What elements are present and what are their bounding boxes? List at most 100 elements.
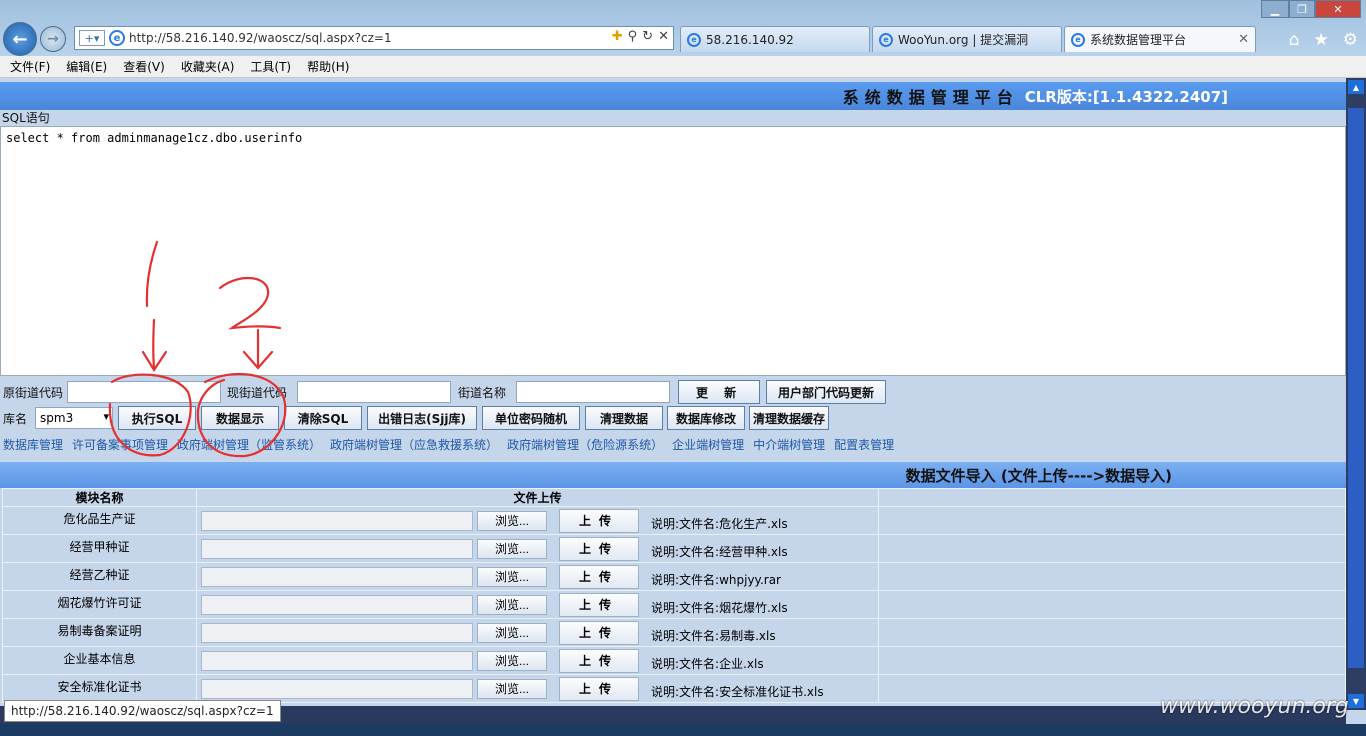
tab-wooyun[interactable]: e WooYun.org | 提交漏洞 bbox=[872, 26, 1062, 52]
col-file-upload: 文件上传 bbox=[196, 488, 879, 507]
module-name: 经营甲种证 bbox=[2, 534, 197, 563]
close-window-button[interactable]: ✕ bbox=[1315, 0, 1361, 18]
arrow-right-icon: → bbox=[47, 31, 59, 47]
browse-button[interactable]: 浏览... bbox=[477, 678, 547, 699]
upload-button[interactable]: 上传 bbox=[559, 564, 639, 589]
file-path-input[interactable] bbox=[201, 650, 473, 671]
actions-row: 库名 spm3 执行SQL 数据显示 清除SQL 出错日志(Sjj库) 单位密码… bbox=[0, 404, 830, 432]
menu-tools[interactable]: 工具(T) bbox=[250, 58, 291, 75]
favorites-star-icon[interactable]: ★ bbox=[1314, 30, 1329, 50]
error-log-button[interactable]: 出错日志(Sjj库) bbox=[367, 406, 478, 430]
random-password-button[interactable]: 单位密码随机 bbox=[482, 406, 581, 430]
upload-button[interactable]: 上传 bbox=[559, 676, 639, 701]
forward-button[interactable]: → bbox=[40, 26, 66, 52]
empty-cell bbox=[878, 562, 1346, 591]
new-street-code-input[interactable] bbox=[297, 381, 452, 403]
stop-icon[interactable]: ✕ bbox=[658, 29, 669, 44]
file-path-input[interactable] bbox=[201, 678, 473, 699]
upload-button[interactable]: 上传 bbox=[559, 508, 639, 533]
compat-icon[interactable]: ✚ bbox=[612, 29, 623, 44]
file-path-input[interactable] bbox=[201, 538, 473, 559]
clear-sql-button[interactable]: 清除SQL bbox=[284, 406, 363, 430]
link-gov-tree-supervision[interactable]: 政府端树管理（监管系统） bbox=[177, 436, 321, 453]
new-street-code-label: 现街道代码 bbox=[227, 385, 288, 400]
minimize-button[interactable]: ▁ bbox=[1261, 0, 1289, 18]
scroll-thumb[interactable] bbox=[1348, 108, 1364, 668]
upload-cell: 浏览... 上传 说明:文件名:安全标准化证书.xls bbox=[196, 674, 879, 703]
close-icon: ✕ bbox=[1333, 2, 1343, 16]
street-name-input[interactable] bbox=[516, 381, 671, 403]
menu-edit[interactable]: 编辑(E) bbox=[66, 58, 107, 75]
minimize-icon: ▁ bbox=[1270, 2, 1280, 16]
exec-sql-button[interactable]: 执行SQL bbox=[118, 406, 197, 430]
tab-ip[interactable]: e 58.216.140.92 bbox=[680, 26, 870, 52]
scroll-down-icon[interactable]: ▼ bbox=[1348, 694, 1364, 708]
clean-cache-button[interactable]: 清理数据缓存 bbox=[749, 406, 830, 430]
home-icon[interactable]: ⌂ bbox=[1289, 30, 1300, 50]
table-row: 企业基本信息 浏览... 上传 说明:文件名:企业.xls bbox=[2, 646, 1346, 675]
address-text[interactable]: http://58.216.140.92/waoscz/sql.aspx?cz=… bbox=[129, 31, 392, 45]
browse-button[interactable]: 浏览... bbox=[477, 650, 547, 671]
empty-cell bbox=[878, 618, 1346, 647]
file-note: 说明:文件名:安全标准化证书.xls bbox=[651, 685, 824, 699]
new-tab-dropdown-icon[interactable]: +▾ bbox=[79, 30, 105, 46]
refresh-icon[interactable]: ↻ bbox=[642, 29, 653, 44]
upload-button[interactable]: 上传 bbox=[559, 648, 639, 673]
vertical-scrollbar[interactable]: ▲ ▼ bbox=[1346, 78, 1366, 710]
browse-button[interactable]: 浏览... bbox=[477, 622, 547, 643]
browse-button[interactable]: 浏览... bbox=[477, 538, 547, 559]
ie-tab-icon: e bbox=[879, 32, 893, 47]
scroll-up-icon[interactable]: ▲ bbox=[1348, 80, 1364, 94]
old-street-code-input[interactable] bbox=[67, 381, 222, 403]
file-note: 说明:文件名:烟花爆竹.xls bbox=[651, 601, 788, 615]
tab-active[interactable]: e 系统数据管理平台 ✕ bbox=[1064, 26, 1256, 52]
menu-file[interactable]: 文件(F) bbox=[10, 58, 50, 75]
module-name: 经营乙种证 bbox=[2, 562, 197, 591]
db-name-label: 库名 bbox=[3, 411, 28, 426]
tab-label: WooYun.org | 提交漏洞 bbox=[898, 33, 1029, 47]
taskbar bbox=[0, 724, 1366, 736]
file-note: 说明:文件名:经营甲种.xls bbox=[651, 545, 788, 559]
link-enterprise-tree[interactable]: 企业端树管理 bbox=[672, 436, 744, 453]
menu-favorites[interactable]: 收藏夹(A) bbox=[181, 58, 235, 75]
browse-button[interactable]: 浏览... bbox=[477, 510, 547, 531]
update-button[interactable]: 更 新 bbox=[678, 380, 761, 404]
db-modify-button[interactable]: 数据库修改 bbox=[667, 406, 746, 430]
link-permit-manage[interactable]: 许可备案事项管理 bbox=[72, 436, 168, 453]
back-button[interactable]: ← bbox=[3, 22, 37, 56]
link-config-table[interactable]: 配置表管理 bbox=[834, 436, 894, 453]
link-gov-tree-hazard[interactable]: 政府端树管理（危险源系统） bbox=[507, 436, 663, 453]
sql-textarea[interactable] bbox=[0, 126, 1346, 376]
maximize-button[interactable]: ❐ bbox=[1289, 0, 1315, 18]
file-path-input[interactable] bbox=[201, 622, 473, 643]
close-tab-icon[interactable]: ✕ bbox=[1238, 32, 1249, 47]
file-path-input[interactable] bbox=[201, 510, 473, 531]
upload-button[interactable]: 上传 bbox=[559, 620, 639, 645]
show-data-button[interactable]: 数据显示 bbox=[201, 406, 280, 430]
menu-help[interactable]: 帮助(H) bbox=[307, 58, 349, 75]
upload-button[interactable]: 上传 bbox=[559, 536, 639, 561]
db-select[interactable]: spm3 bbox=[35, 407, 114, 429]
browse-button[interactable]: 浏览... bbox=[477, 594, 547, 615]
menu-bar: 文件(F) 编辑(E) 查看(V) 收藏夹(A) 工具(T) 帮助(H) bbox=[0, 56, 1366, 78]
link-db-manage[interactable]: 数据库管理 bbox=[3, 436, 63, 453]
clean-data-button[interactable]: 清理数据 bbox=[585, 406, 664, 430]
link-gov-tree-emergency[interactable]: 政府端树管理（应急救援系统） bbox=[330, 436, 498, 453]
upload-button[interactable]: 上传 bbox=[559, 592, 639, 617]
file-path-input[interactable] bbox=[201, 566, 473, 587]
dept-code-update-button[interactable]: 用户部门代码更新 bbox=[766, 380, 887, 404]
browse-button[interactable]: 浏览... bbox=[477, 566, 547, 587]
link-agency-tree[interactable]: 中介端树管理 bbox=[753, 436, 825, 453]
ie-tab-icon: e bbox=[687, 32, 701, 47]
menu-view[interactable]: 查看(V) bbox=[123, 58, 165, 75]
empty-cell bbox=[878, 534, 1346, 563]
file-path-input[interactable] bbox=[201, 594, 473, 615]
search-icon[interactable]: ⚲ bbox=[628, 29, 638, 44]
settings-gear-icon[interactable]: ⚙ bbox=[1343, 30, 1358, 50]
address-bar[interactable]: +▾ e http://58.216.140.92/waoscz/sql.asp… bbox=[74, 26, 674, 50]
import-title: 数据文件导入 (文件上传---->数据导入) bbox=[905, 466, 1172, 485]
upload-cell: 浏览... 上传 说明:文件名:whpjyy.rar bbox=[196, 562, 879, 591]
file-note: 说明:文件名:易制毒.xls bbox=[651, 629, 776, 643]
ie-page-icon: e bbox=[109, 30, 125, 46]
module-name: 企业基本信息 bbox=[2, 646, 197, 675]
